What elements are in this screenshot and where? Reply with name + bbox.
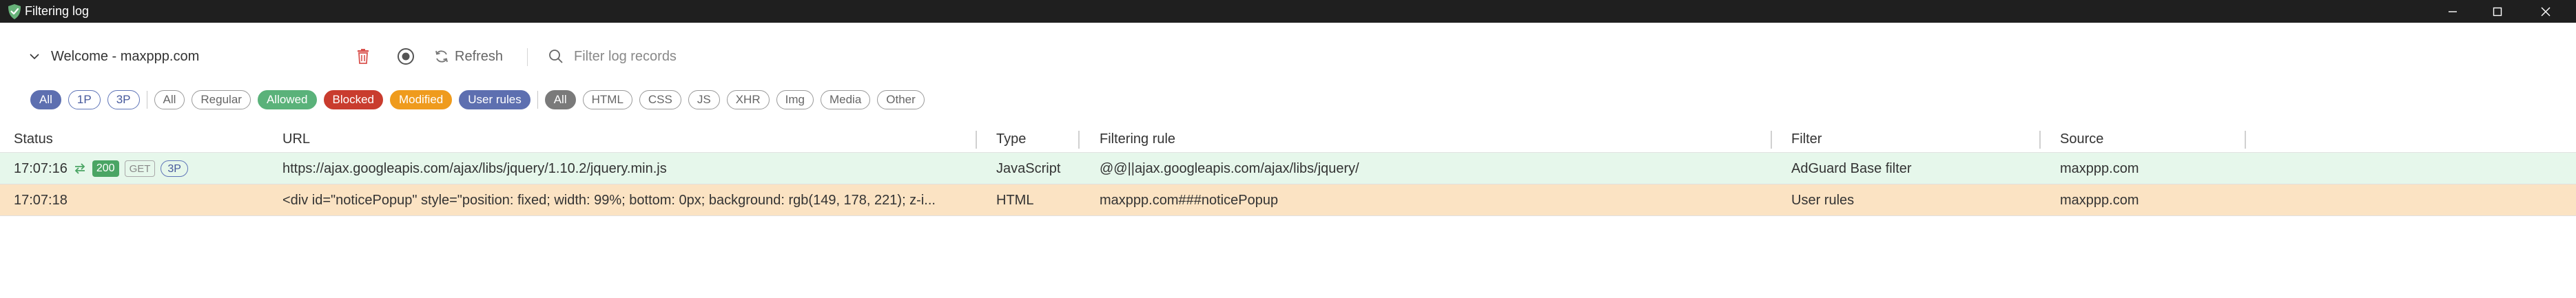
row-time: 17:07:18 <box>14 193 68 208</box>
site-selector[interactable]: Welcome - maxppp.com <box>28 45 199 67</box>
maximize-icon[interactable] <box>2477 0 2518 23</box>
column-resizer[interactable] <box>2245 131 2246 149</box>
filter-chips: All 1P 3P All Regular Allowed Blocked Mo… <box>30 89 931 110</box>
table-row[interactable]: 17:07:16 200 GET 3P https://ajax.googlea… <box>0 153 2576 184</box>
type-filter-js[interactable]: JS <box>688 90 720 109</box>
column-resizer[interactable] <box>2039 131 2041 149</box>
site-selector-label: Welcome - maxppp.com <box>51 48 200 64</box>
chip-divider <box>537 91 538 109</box>
third-party-badge: 3P <box>161 160 188 177</box>
search-input[interactable] <box>574 48 946 65</box>
status-filter-user-rules[interactable]: User rules <box>459 90 530 109</box>
type-filter-media[interactable]: Media <box>820 90 871 109</box>
column-resizer[interactable] <box>1771 131 1772 149</box>
status-cell: 17:07:18 <box>14 184 276 216</box>
type-filter-img[interactable]: Img <box>776 90 814 109</box>
status-cell: 17:07:16 200 GET 3P <box>14 153 276 184</box>
column-header-url[interactable]: URL <box>282 126 310 153</box>
type-filter-html[interactable]: HTML <box>582 90 632 109</box>
table-row[interactable]: 17:07:18 <div id="noticePopup" style="po… <box>0 184 2576 216</box>
party-filter-all[interactable]: All <box>30 90 61 109</box>
search-box[interactable] <box>548 45 961 68</box>
party-filter-1p[interactable]: 1P <box>68 90 101 109</box>
row-time: 17:07:16 <box>14 161 68 176</box>
type-filter-xhr[interactable]: XHR <box>726 90 770 109</box>
window-title: Filtering log <box>25 4 90 18</box>
filtering-rule-cell: @@||ajax.googleapis.com/ajax/libs/jquery… <box>1100 161 1359 176</box>
toolbar-divider <box>527 48 528 66</box>
column-header-status[interactable]: Status <box>14 126 53 153</box>
minimize-icon[interactable] <box>2432 0 2473 23</box>
type-filter-other[interactable]: Other <box>877 90 925 109</box>
status-code-badge: 200 <box>92 160 119 177</box>
table-header: Status URL Type Filtering rule Filter So… <box>0 126 2576 153</box>
type-cell: HTML <box>996 193 1034 208</box>
url-cell: https://ajax.googleapis.com/ajax/libs/jq… <box>282 161 667 176</box>
party-filter-3p[interactable]: 3P <box>107 90 140 109</box>
log-table: Status URL Type Filtering rule Filter So… <box>0 126 2576 216</box>
column-header-filter[interactable]: Filter <box>1791 126 1822 153</box>
column-header-filtering-rule[interactable]: Filtering rule <box>1100 126 1175 153</box>
source-cell: maxppp.com <box>2060 161 2139 176</box>
status-filter-all[interactable]: All <box>154 90 185 109</box>
exchange-arrows-icon <box>74 163 85 174</box>
status-filter-blocked[interactable]: Blocked <box>323 90 383 109</box>
title-bar: Filtering log <box>0 0 2576 23</box>
refresh-button[interactable]: Refresh <box>434 45 503 68</box>
type-cell: JavaScript <box>996 161 1061 176</box>
adguard-logo-icon <box>7 3 22 20</box>
type-filter-all[interactable]: All <box>544 90 576 109</box>
close-icon[interactable] <box>2525 0 2566 23</box>
trash-icon[interactable] <box>351 45 375 68</box>
refresh-icon <box>435 50 448 63</box>
status-filter-allowed[interactable]: Allowed <box>257 90 317 109</box>
search-icon <box>549 50 563 63</box>
filter-cell: User rules <box>1791 193 1855 208</box>
request-method-badge: GET <box>124 160 156 177</box>
record-icon[interactable] <box>394 45 418 68</box>
filter-cell: AdGuard Base filter <box>1791 161 1912 176</box>
column-header-source[interactable]: Source <box>2060 126 2103 153</box>
filtering-rule-cell: maxppp.com###noticePopup <box>1100 193 1279 208</box>
refresh-label: Refresh <box>455 48 504 64</box>
type-filter-css[interactable]: CSS <box>639 90 681 109</box>
column-header-type[interactable]: Type <box>996 126 1026 153</box>
status-filter-modified[interactable]: Modified <box>389 90 453 109</box>
toolbar: Welcome - maxppp.com Refresh <box>0 39 2576 76</box>
source-cell: maxppp.com <box>2060 193 2139 208</box>
status-filter-regular[interactable]: Regular <box>192 90 251 109</box>
chevron-down-icon <box>30 54 39 60</box>
url-cell: <div id="noticePopup" style="position: f… <box>282 193 936 208</box>
column-resizer[interactable] <box>976 131 977 149</box>
column-resizer[interactable] <box>1078 131 1080 149</box>
